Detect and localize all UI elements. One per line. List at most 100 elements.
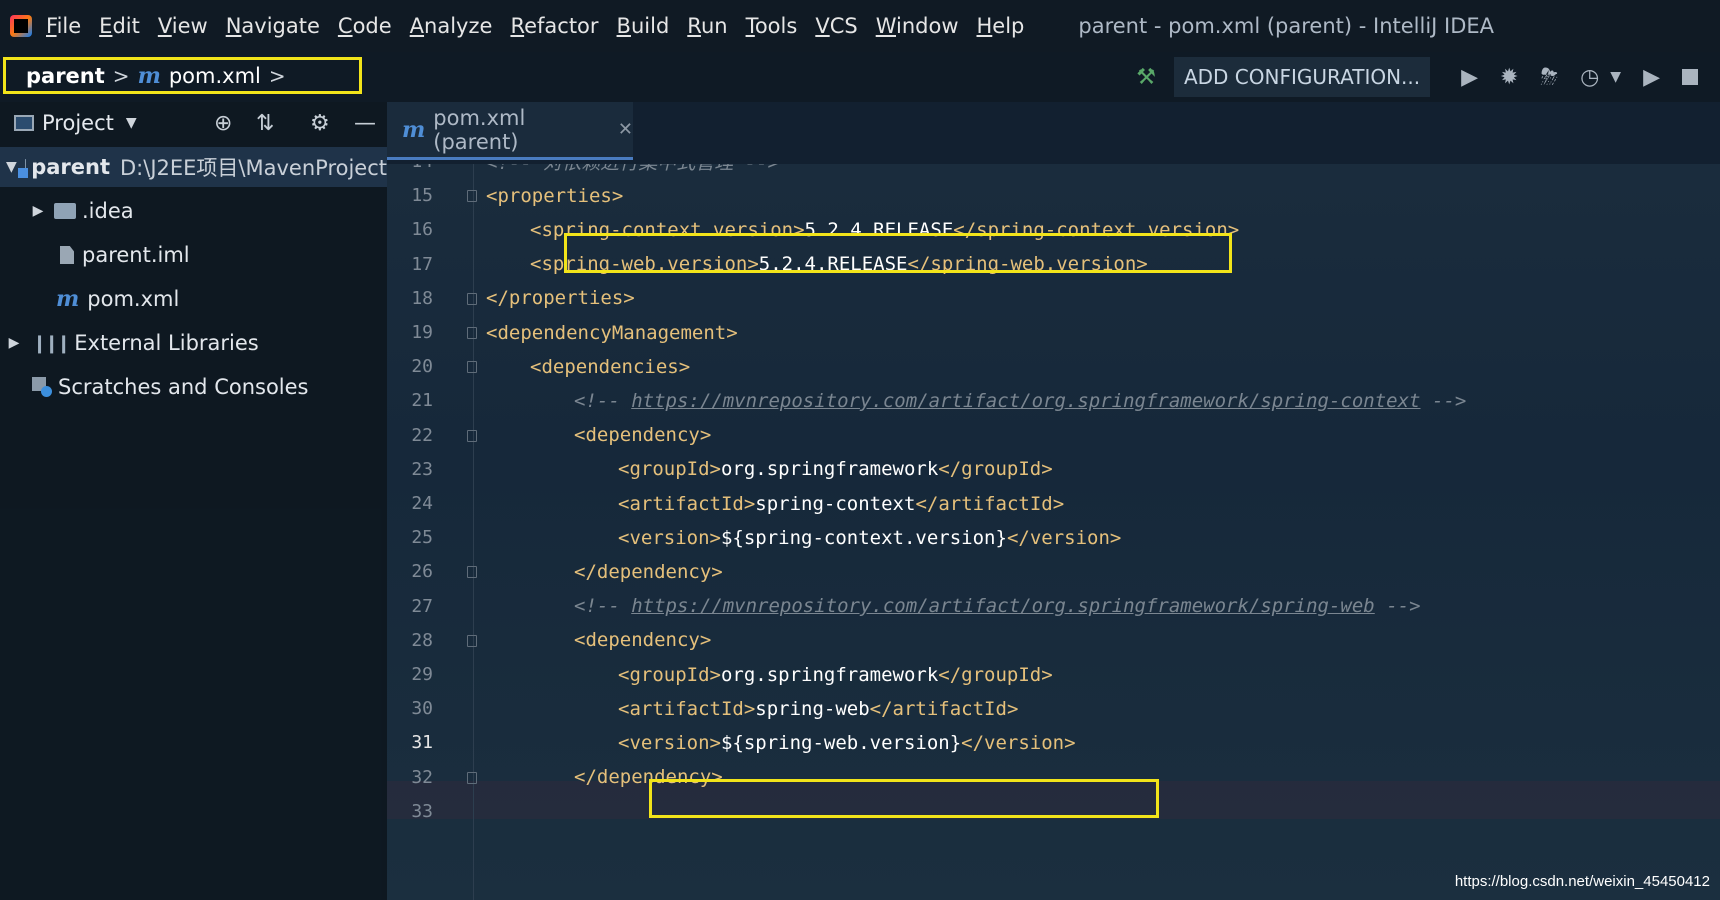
fold-marker-icon[interactable]: [467, 566, 477, 579]
expand-right-icon[interactable]: ▶: [6, 335, 22, 351]
debug-icon[interactable]: ✹: [1500, 65, 1518, 90]
line-number: 18: [411, 287, 433, 309]
menu-vcs[interactable]: VCS: [815, 14, 857, 38]
tree-item-parent[interactable]: ▼ parent D:\J2EE项目\MavenProject: [0, 147, 387, 187]
hammer-icon[interactable]: ⚒: [1136, 65, 1156, 90]
xml-tag: </artifactId>: [915, 492, 1065, 515]
line-number: 26: [411, 561, 433, 583]
tree-item-label: Scratches and Consoles: [58, 375, 309, 399]
xml-tag: </dependency>: [574, 560, 723, 583]
profiler-icon[interactable]: ◷: [1580, 65, 1599, 90]
tree-item-label: .idea: [82, 199, 134, 223]
xml-text: org.springframework: [720, 663, 939, 686]
code-line[interactable]: <artifactId> spring-context </artifactId>: [618, 485, 1064, 522]
maven-icon: m: [402, 116, 426, 143]
line-number: 33: [411, 800, 433, 822]
fold-marker-icon[interactable]: [467, 361, 477, 374]
line-number: 14: [393, 164, 433, 172]
indent-guide: [473, 164, 474, 900]
expand-down-icon[interactable]: ▼: [6, 159, 17, 175]
line-number: 21: [411, 390, 433, 412]
locate-file-icon[interactable]: ⊕: [214, 111, 232, 136]
tree-item-path: D:\J2EE项目\MavenProject: [120, 156, 387, 180]
coverage-icon[interactable]: ⛈: [1540, 65, 1558, 90]
code-line[interactable]: <dependencies>: [530, 348, 690, 385]
menu-code[interactable]: Code: [338, 14, 392, 38]
collapse-all-icon[interactable]: ⇅: [256, 111, 274, 136]
chevron-down-icon[interactable]: ▼: [126, 115, 137, 131]
tree-item-label: parent: [31, 155, 111, 179]
code-line[interactable]: <dependencyManagement>: [486, 314, 738, 351]
close-icon[interactable]: ✕: [618, 119, 633, 140]
fold-marker-icon[interactable]: [467, 327, 477, 339]
menu-run[interactable]: Run: [687, 14, 727, 38]
breadcrumb-file[interactable]: pom.xml: [169, 64, 261, 88]
menu-window[interactable]: Window: [876, 14, 959, 38]
code-line[interactable]: </properties>: [486, 280, 635, 317]
tree-item-pom-xml[interactable]: m pom.xml: [0, 279, 387, 319]
comment-text: -->: [1374, 595, 1421, 618]
project-view-selector[interactable]: Project: [42, 111, 114, 135]
run-toolbar: ⚒ ADD CONFIGURATION... ▶ ✹ ⛈ ◷ ▼ ▶: [1136, 52, 1720, 102]
xml-text: ${spring-context.version}: [720, 526, 1007, 549]
xml-tag: <dependencies>: [530, 355, 691, 378]
breadcrumb-project[interactable]: parent: [26, 64, 105, 88]
line-number: 24: [411, 493, 433, 514]
chevron-right-icon: >: [268, 63, 286, 88]
fold-marker-icon[interactable]: [467, 190, 477, 203]
menu-file[interactable]: File: [46, 14, 81, 38]
add-configuration-button[interactable]: ADD CONFIGURATION...: [1173, 57, 1431, 97]
tree-item-scratches[interactable]: Scratches and Consoles: [0, 367, 387, 407]
editor-tab-bar: m pom.xml (parent) ✕: [387, 102, 1720, 164]
menu-navigate[interactable]: Navigate: [226, 14, 320, 38]
code-line[interactable]: <!-- https://mvnrepository.com/artifact/…: [574, 588, 1421, 625]
menu-build[interactable]: Build: [617, 14, 670, 38]
xml-tag: </artifactId>: [869, 697, 1019, 720]
gear-icon[interactable]: ⚙: [310, 111, 330, 136]
code-line[interactable]: <version> ${spring-context.version} </vers…: [618, 519, 1121, 556]
library-icon: ❙❙❙: [32, 332, 71, 354]
line-number: 27: [411, 595, 433, 617]
fold-marker-icon[interactable]: [467, 634, 477, 647]
comment-text: <!--: [574, 595, 632, 618]
tab-pom-xml[interactable]: m pom.xml (parent) ✕: [387, 102, 633, 160]
code-line[interactable]: <groupId> org.springframework </groupId>: [618, 451, 1053, 488]
code-line[interactable]: <properties>: [486, 177, 623, 214]
code-line[interactable]: <dependency>: [574, 417, 711, 454]
code-line[interactable]: <artifactId> spring-web </artifactId>: [618, 690, 1018, 727]
run-icon[interactable]: ▶: [1643, 65, 1660, 90]
line-number: 16: [411, 219, 433, 241]
xml-tag: <properties>: [486, 184, 624, 207]
xml-tag: </groupId>: [938, 663, 1053, 686]
menu-analyze[interactable]: Analyze: [410, 14, 493, 38]
code-line[interactable]: <version> ${spring-web.version} </version>: [618, 724, 1076, 761]
tree-item-external-libraries[interactable]: ▶ ❙❙❙ External Libraries: [0, 323, 387, 363]
code-line[interactable]: <groupId> org.springframework </groupId>: [618, 656, 1053, 693]
menu-tools[interactable]: Tools: [746, 14, 798, 38]
fold-marker-icon[interactable]: [467, 771, 477, 784]
line-number: 17: [411, 253, 433, 275]
hide-icon[interactable]: —: [354, 111, 376, 136]
maven-icon: m: [137, 62, 161, 89]
fold-marker-icon[interactable]: [467, 429, 477, 442]
expand-right-icon[interactable]: ▶: [30, 203, 46, 219]
tree-item-parent-iml[interactable]: parent.iml: [0, 235, 387, 275]
comment-link[interactable]: https://mvnrepository.com/artifact/org.s…: [631, 595, 1375, 617]
xml-tag: </groupId>: [938, 458, 1053, 481]
code-line[interactable]: </dependency>: [574, 553, 723, 590]
code-editor[interactable]: 14 15 16 17 18 19 20 21 22 23 24 25 26 27 28 29 30 31 32 33…: [387, 164, 1720, 900]
menu-view[interactable]: View: [158, 14, 208, 38]
code-line[interactable]: <!-- https://mvnrepository.com/artifact/…: [574, 382, 1466, 419]
code-line[interactable]: <dependency>: [574, 622, 711, 659]
run-dropdown-icon[interactable]: ▼: [1610, 69, 1621, 85]
run-icon[interactable]: ▶: [1461, 65, 1478, 90]
fold-marker-icon[interactable]: [467, 292, 477, 305]
comment-link[interactable]: https://mvnrepository.com/artifact/org.s…: [631, 390, 1420, 412]
tree-item-idea[interactable]: ▶ .idea: [0, 191, 387, 231]
menu-refactor[interactable]: Refactor: [510, 14, 598, 38]
menu-help[interactable]: Help: [977, 14, 1025, 38]
menu-bar: File Edit View Navigate Code Analyze Ref…: [0, 0, 1720, 52]
menu-edit[interactable]: Edit: [99, 14, 140, 38]
maven-icon: m: [56, 286, 80, 312]
stop-icon[interactable]: [1682, 69, 1698, 85]
